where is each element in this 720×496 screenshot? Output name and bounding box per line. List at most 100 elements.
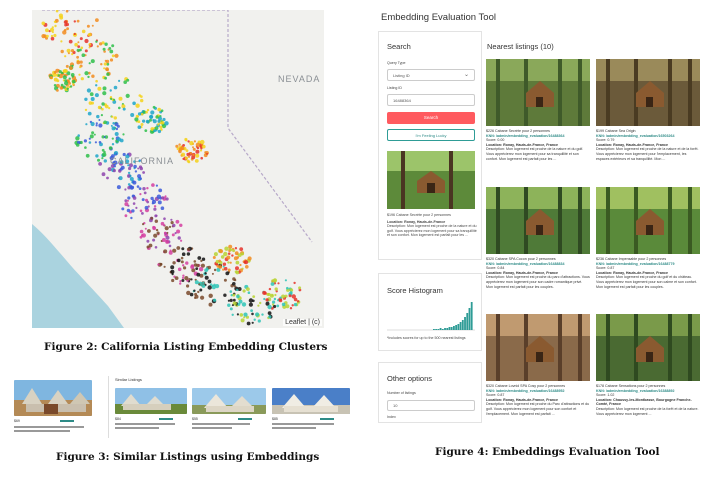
- listing-score: Score: 0.00: [486, 138, 505, 143]
- listing-dot: [286, 286, 289, 290]
- listing-dot: [62, 30, 67, 35]
- listing-dot: [213, 252, 218, 257]
- listing-dot: [139, 235, 143, 239]
- listing-knn-link[interactable]: KNN: /admin/embedding_evaluation/1648883…: [486, 262, 565, 266]
- other-options-panel: Other options Number of listings 10 Inde…: [378, 362, 482, 423]
- listing-dot: [129, 177, 134, 181]
- listing-dot: [132, 196, 137, 200]
- chevron-down-icon: ⌄: [463, 72, 469, 78]
- listing-dot: [76, 48, 80, 52]
- similar-listing-rating: [320, 418, 334, 420]
- listing-dot: [232, 298, 236, 302]
- listing-dot: [134, 170, 138, 173]
- listing-dot: [163, 231, 167, 235]
- listing-knn-link[interactable]: KNN: /admin/embedding_evaluation/1648836…: [486, 134, 565, 138]
- listing-dot: [76, 60, 81, 65]
- listing-dot: [269, 293, 274, 298]
- figure4-caption: Figure 4: Embeddings Evaluation Tool: [435, 446, 660, 458]
- listing-dot: [88, 137, 91, 140]
- listing-dot: [81, 53, 86, 57]
- listing-dot: [229, 298, 233, 302]
- search-button[interactable]: Search: [387, 112, 475, 124]
- listing-description: Description: Mon logement est proche du …: [486, 402, 590, 416]
- listing-dot: [194, 296, 197, 299]
- listing-knn-link[interactable]: KNN: /admin/embedding_evaluation/1650326…: [596, 134, 675, 138]
- listing-dot: [187, 160, 191, 164]
- listing-score: Score: 0.79: [596, 138, 615, 143]
- listing-dot: [144, 227, 147, 230]
- listing-dot: [49, 27, 55, 32]
- listing-dot: [125, 93, 130, 98]
- histogram-bar: [464, 317, 466, 330]
- listing-dot: [252, 295, 256, 298]
- listing-dot: [136, 185, 140, 188]
- listing-dot: [146, 108, 150, 112]
- listing-dot: [152, 119, 155, 122]
- tree-trunk: [558, 59, 562, 126]
- tree-trunk: [578, 59, 582, 126]
- listing-dot: [86, 24, 90, 28]
- listing-dot: [155, 228, 159, 232]
- listing-id-input[interactable]: 16488364: [387, 94, 475, 106]
- listing-dot: [172, 261, 176, 265]
- histogram-panel: Score Histogram *Includes scores for up …: [378, 273, 482, 351]
- listing-dot: [184, 156, 188, 160]
- tree-trunk: [606, 314, 610, 381]
- listing-knn-link[interactable]: KNN: /admin/embedding_evaluation/1648895…: [486, 389, 565, 393]
- map-attribution[interactable]: Leaflet | (c): [283, 319, 322, 326]
- number-of-listings-input[interactable]: 10: [387, 400, 475, 411]
- listing-dot: [164, 195, 167, 198]
- tree-trunk: [688, 314, 692, 381]
- histogram-bar: [453, 326, 455, 330]
- listing-dot: [267, 311, 272, 315]
- listing-dot: [154, 126, 159, 130]
- listing-dot: [247, 291, 251, 295]
- listing-dot: [241, 302, 247, 307]
- listing-dot: [240, 318, 245, 323]
- listing-dot: [75, 143, 80, 147]
- listing-dot: [61, 71, 64, 75]
- listing-dot: [174, 276, 179, 280]
- listing-dot: [201, 284, 206, 288]
- listing-dot: [212, 256, 216, 259]
- listing-dot: [87, 33, 91, 37]
- listing-dot: [132, 202, 136, 205]
- listing-dot: [105, 67, 109, 71]
- listing-dot: [41, 34, 46, 39]
- listing-dot: [185, 139, 188, 142]
- listing-knn-link[interactable]: KNN: /admin/embedding_evaluation/1648877…: [596, 262, 675, 266]
- listing-dot: [163, 217, 166, 220]
- listing-dot: [155, 115, 159, 119]
- listing-dot: [268, 315, 272, 319]
- listing-dot: [54, 24, 57, 28]
- listing-score: Score: 0.87: [486, 393, 505, 398]
- listing-dot: [149, 115, 154, 119]
- listing-dot: [183, 266, 187, 270]
- listing-dot: [155, 214, 158, 217]
- listing-dot: [195, 149, 200, 154]
- listing-dot: [235, 260, 240, 265]
- listing-dot: [157, 263, 160, 266]
- listing-dot: [257, 319, 261, 323]
- listing-dot: [53, 84, 57, 87]
- listing-dot: [213, 298, 217, 302]
- listing-dot: [132, 180, 137, 185]
- listing-dot: [84, 108, 88, 112]
- score-histogram: [387, 302, 475, 331]
- listing-dot: [141, 198, 145, 202]
- listing-dot: [135, 103, 140, 108]
- listing-dot: [112, 169, 116, 173]
- listing-dot: [227, 268, 231, 272]
- listing-dot: [180, 256, 184, 260]
- listing-dot: [184, 276, 189, 281]
- listing-knn-link[interactable]: KNN: /admin/embedding_evaluation/1638889…: [596, 389, 675, 393]
- feeling-lucky-button[interactable]: I'm Feeling Lucky: [387, 129, 475, 141]
- listing-dot: [175, 219, 180, 224]
- listing-dot: [124, 202, 129, 207]
- listing-dot: [76, 55, 79, 59]
- histogram-bar: [466, 313, 469, 330]
- histogram-bar: [468, 308, 471, 330]
- query-listing-description: Description: Mon logement est proche de …: [387, 224, 477, 238]
- query-type-select[interactable]: Listing ID ⌄: [387, 69, 475, 81]
- listing-dot: [234, 247, 238, 250]
